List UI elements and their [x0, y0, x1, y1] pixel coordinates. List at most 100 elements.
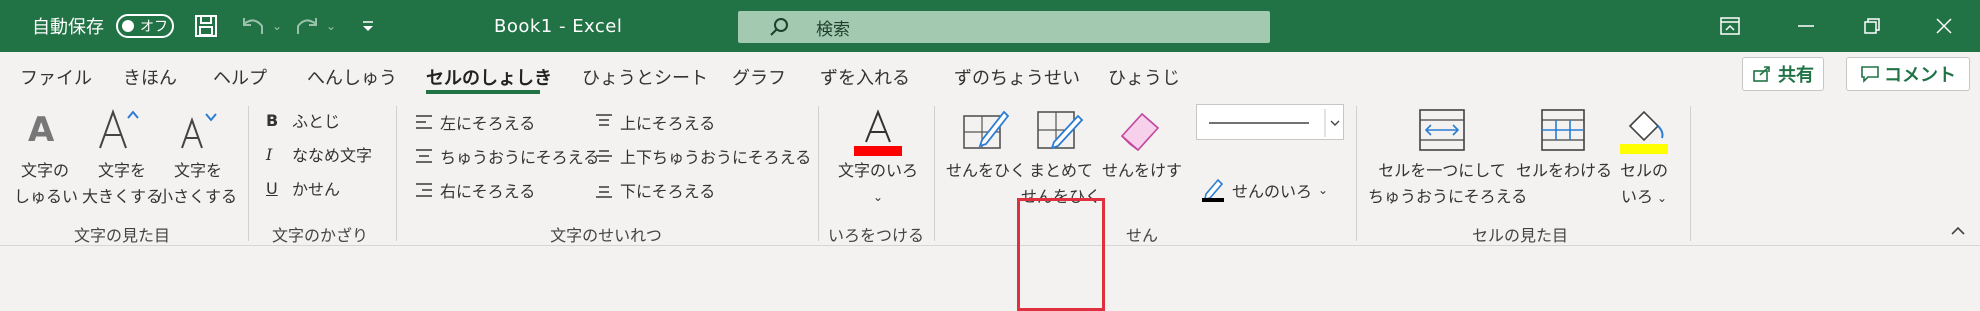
- align-top-label: 上にそろえる: [620, 114, 716, 133]
- tab-table-sheet[interactable]: ひょうとシート: [582, 64, 708, 90]
- underline-icon: U: [266, 178, 278, 198]
- tab-view[interactable]: ひょうじ: [1108, 64, 1180, 90]
- underline-button[interactable]: U かせん: [266, 176, 340, 200]
- draw-border-grid-icon: [1037, 111, 1084, 150]
- redo-dropdown-icon[interactable]: ⌄: [326, 0, 336, 52]
- decrease-font-icon: [181, 113, 217, 149]
- decrease-font-label-1: 文字を: [173, 161, 222, 180]
- split-cell-label: セルをわける: [1516, 161, 1613, 180]
- align-bottom-label: 下にそろえる: [620, 182, 716, 201]
- font-color-dropdown-icon[interactable]: ⌄: [866, 184, 890, 210]
- fill-color-label-1: セルの: [1619, 161, 1668, 180]
- align-bottom-button[interactable]: 下にそろえる: [594, 178, 715, 202]
- border-color-dropdown-icon: ⌄: [1318, 183, 1329, 197]
- group-label-alignment: 文字のせいれつ: [550, 226, 662, 245]
- line-style-dropdown[interactable]: [1196, 104, 1344, 140]
- draw-border-grid-label-1: まとめて: [1028, 161, 1093, 180]
- autosave-toggle[interactable]: オフ: [116, 14, 174, 38]
- share-button[interactable]: 共有: [1742, 57, 1824, 91]
- align-center-button[interactable]: ちゅうおうにそろえる: [414, 144, 599, 168]
- align-middle-icon: [596, 150, 612, 162]
- search-box[interactable]: 検索: [738, 11, 1270, 43]
- ribbon-display-options-icon[interactable]: [1700, 0, 1760, 52]
- font-type-label-1: 文字の: [20, 161, 69, 180]
- group-label-cell-look: セルの見た目: [1471, 226, 1569, 245]
- undo-dropdown-icon[interactable]: ⌄: [272, 0, 282, 52]
- align-bottom-icon: [596, 186, 612, 198]
- tab-cell-format[interactable]: セルのしょしき: [426, 64, 552, 90]
- group-separator: [1356, 106, 1357, 241]
- increase-font-label-2: 大きくする: [82, 187, 163, 206]
- draw-border-label: せんをひく: [946, 161, 1027, 180]
- font-type-icon: A: [28, 110, 55, 150]
- draw-border-icon: [963, 110, 1010, 149]
- pen-color-icon: [1202, 178, 1224, 202]
- close-icon[interactable]: [1914, 0, 1974, 52]
- group-label-font-look: 文字の見た目: [73, 226, 171, 245]
- italic-icon: I: [266, 144, 273, 164]
- align-right-icon: [416, 183, 432, 197]
- share-icon: [1753, 66, 1770, 82]
- align-center-label: ちゅうおうにそろえる: [440, 148, 600, 167]
- font-color-icon: [854, 109, 902, 156]
- customize-qat-icon[interactable]: [360, 0, 376, 52]
- bold-label: ふとじ: [292, 112, 341, 131]
- restore-icon[interactable]: [1842, 0, 1902, 52]
- group-separator: [248, 106, 249, 241]
- tab-chart[interactable]: グラフ: [732, 64, 786, 90]
- bold-button[interactable]: B ふとじ: [266, 108, 340, 132]
- font-color-label: 文字のいろ: [837, 161, 918, 180]
- undo-icon[interactable]: [240, 0, 266, 52]
- underline-label: かせん: [292, 180, 341, 199]
- comment-button[interactable]: コメント: [1846, 57, 1970, 91]
- save-icon[interactable]: [194, 0, 218, 52]
- align-left-button[interactable]: 左にそろえる: [414, 110, 535, 134]
- split-cell-icon: [1541, 109, 1585, 151]
- fill-color-label-2: いろ ⌄: [1620, 187, 1668, 206]
- merge-center-label-1: セルを一つにして: [1378, 161, 1506, 180]
- comment-label: コメント: [1884, 65, 1956, 86]
- align-left-label: 左にそろえる: [440, 114, 536, 133]
- align-middle-button[interactable]: 上下ちゅうおうにそろえる: [594, 144, 811, 168]
- merge-center-icon: [1419, 109, 1465, 151]
- group-separator: [1690, 106, 1691, 241]
- decrease-font-label-2: 小さくする: [156, 187, 237, 206]
- tab-insert-shape[interactable]: ずを入れる: [820, 64, 910, 90]
- erase-border-label: せんをけす: [1102, 161, 1183, 180]
- tab-edit[interactable]: へんしゅう: [307, 64, 397, 90]
- search-icon: [770, 18, 788, 36]
- share-label: 共有: [1778, 65, 1814, 86]
- title-bar: 自動保存 オフ ⌄ ⌄ Book1 - Excel 検索: [0, 0, 1980, 52]
- tab-file[interactable]: ファイル: [20, 64, 92, 90]
- increase-font-icon: [99, 109, 139, 149]
- italic-label: ななめ文字: [292, 146, 373, 165]
- align-middle-label: 上下ちゅうおうにそろえる: [620, 148, 812, 167]
- align-center-icon: [416, 149, 432, 163]
- redo-icon[interactable]: [294, 0, 320, 52]
- search-placeholder: 検索: [816, 19, 850, 40]
- group-label-border: せん: [1125, 226, 1159, 245]
- toggle-knob: [122, 20, 134, 32]
- tab-home[interactable]: きほん: [123, 64, 177, 90]
- fill-color-dropdown-icon: ⌄: [1656, 191, 1668, 205]
- border-color-label: せんのいろ: [1232, 182, 1313, 201]
- align-right-button[interactable]: 右にそろえる: [414, 178, 535, 202]
- highlight-box: [1017, 198, 1105, 311]
- align-top-icon: [596, 114, 612, 126]
- group-label-color: いろをつける: [827, 226, 925, 245]
- minimize-icon[interactable]: [1776, 0, 1836, 52]
- active-tab-underline: [426, 90, 540, 94]
- document-title: Book1 - Excel: [494, 15, 623, 37]
- border-color-button[interactable]: せんのいろ ⌄: [1202, 178, 1328, 202]
- align-left-icon: [416, 115, 432, 129]
- group-separator: [934, 106, 935, 241]
- group-label-decoration: 文字のかざり: [271, 226, 369, 245]
- align-top-button[interactable]: 上にそろえる: [594, 110, 715, 134]
- italic-button[interactable]: I ななめ文字: [266, 142, 372, 166]
- tab-shape-adjust[interactable]: ずのちょうせい: [954, 64, 1080, 90]
- tab-help[interactable]: ヘルプ: [213, 64, 267, 90]
- collapse-ribbon-icon[interactable]: [1946, 220, 1970, 240]
- merge-center-label-2: ちゅうおうにそろえる: [1368, 187, 1528, 206]
- autosave-label: 自動保存: [32, 17, 104, 38]
- increase-font-label-1: 文字を: [97, 161, 146, 180]
